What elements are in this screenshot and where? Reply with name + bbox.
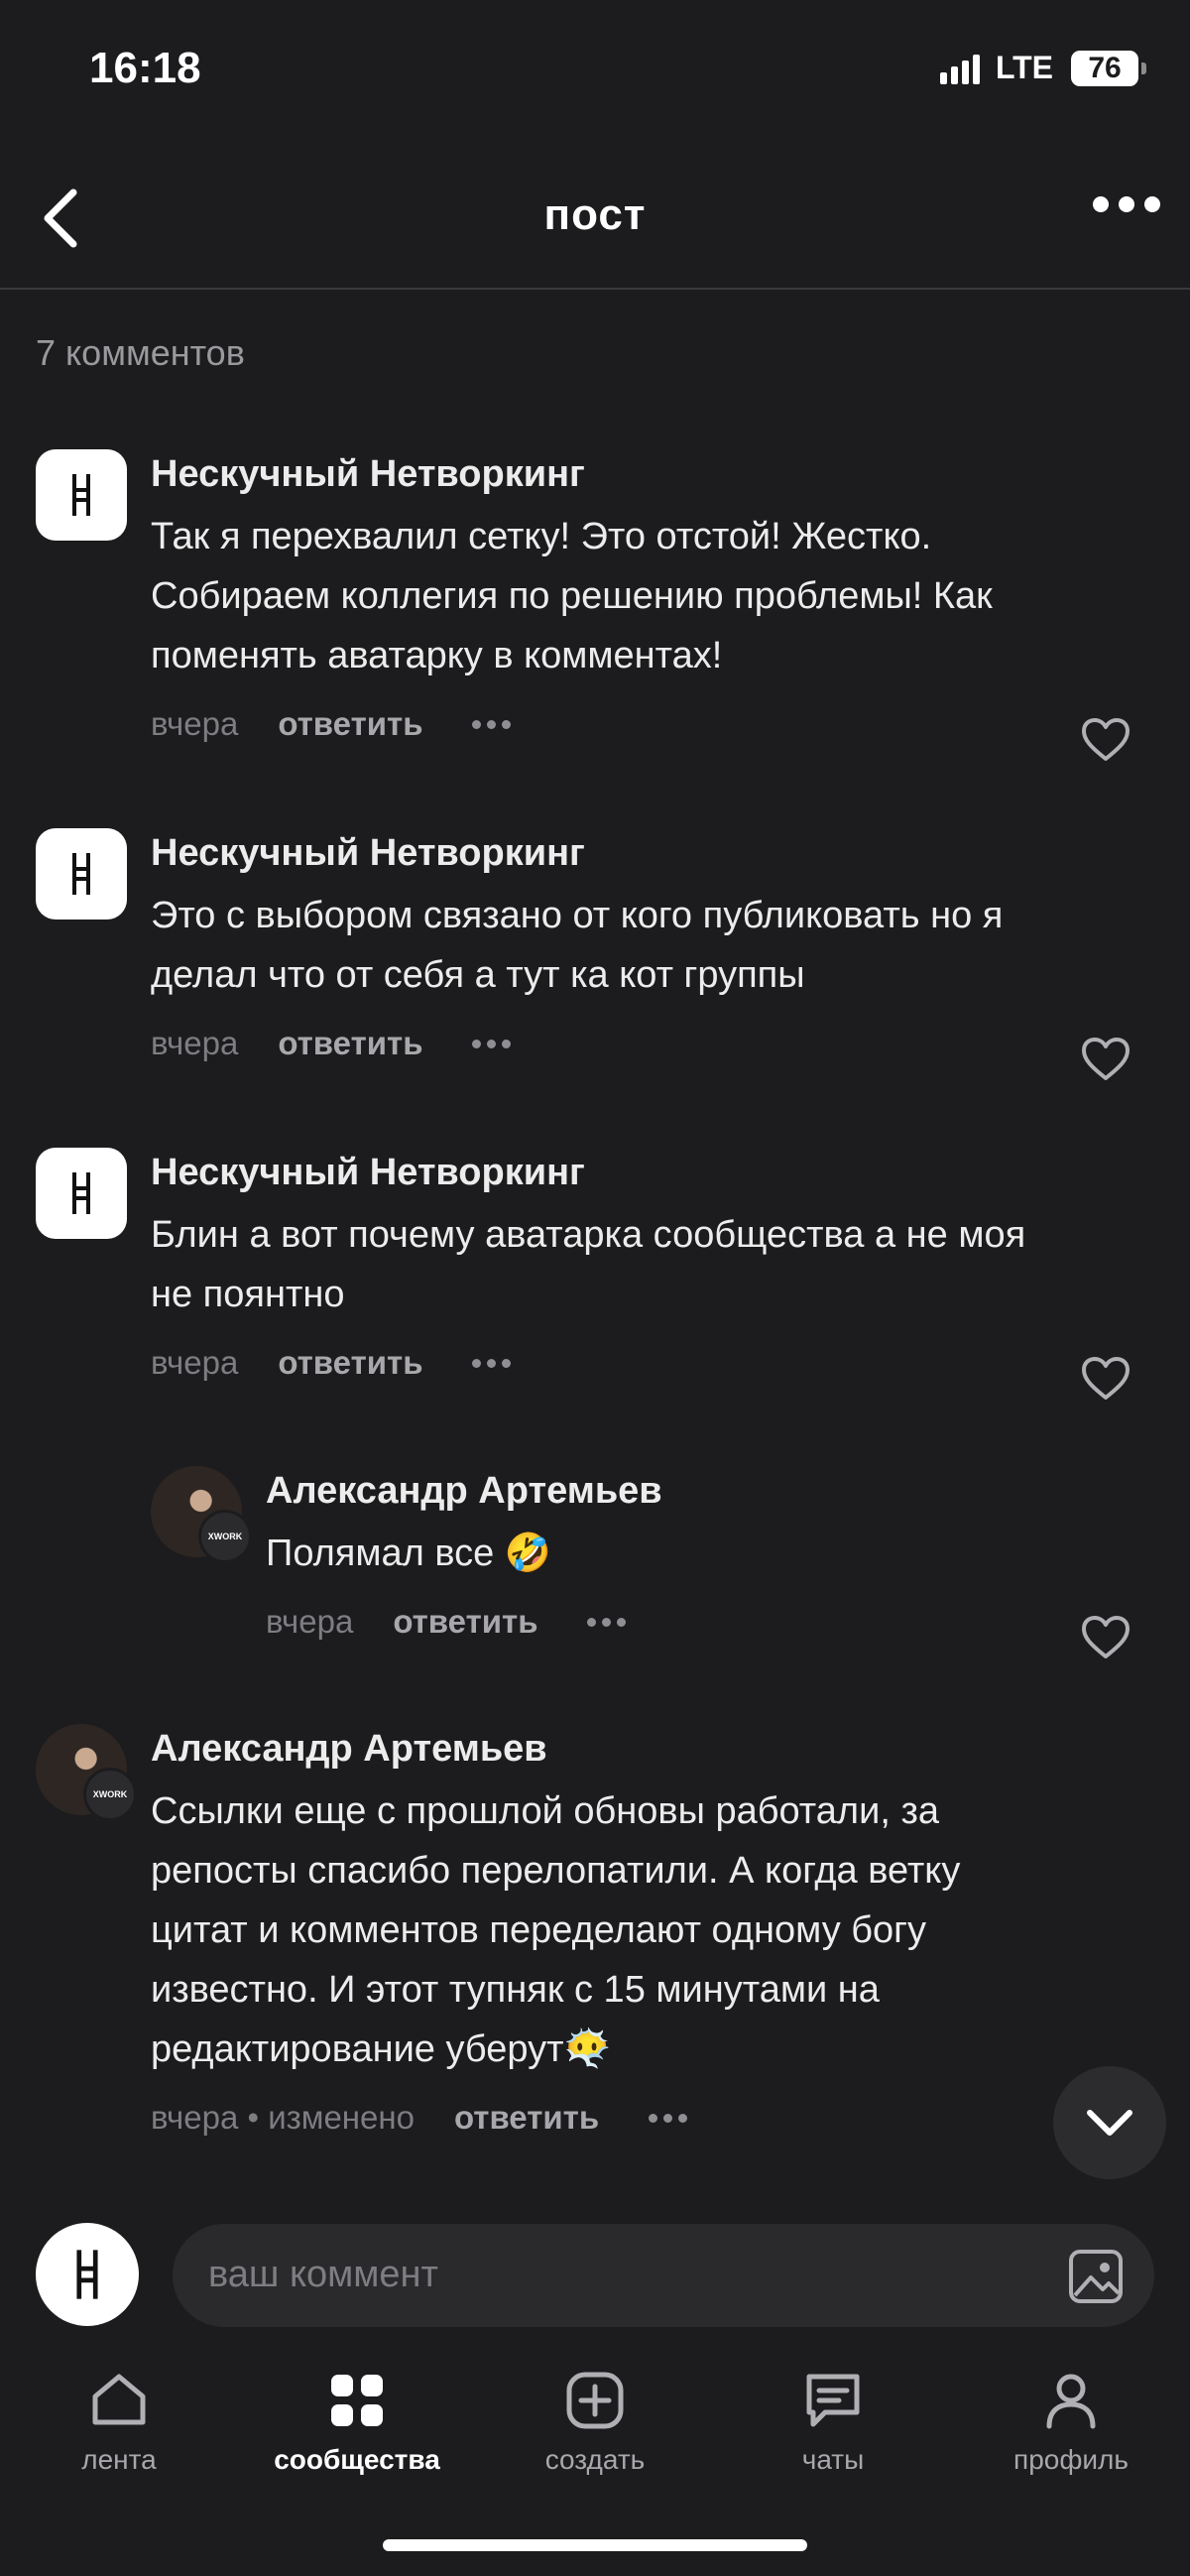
more-options-icon[interactable] [1093, 196, 1160, 212]
battery-icon: 76 [1071, 50, 1146, 86]
community-avatar[interactable] [36, 449, 127, 541]
network-type: LTE [995, 50, 1053, 85]
community-logo-icon [76, 2250, 98, 2299]
comment-input-placeholder: ваш коммент [208, 2254, 438, 2295]
like-heart-icon[interactable] [1081, 1615, 1130, 1660]
comment-meta: вчера ответить [151, 1025, 1130, 1062]
page-title: пост [543, 190, 647, 239]
comment-composer: ваш коммент [0, 2210, 1190, 2349]
home-indicator[interactable] [383, 2539, 807, 2551]
avatar-badge: XWORK [198, 1510, 252, 1563]
community-logo-icon [72, 474, 90, 516]
user-icon [1046, 2374, 1096, 2429]
user-avatar[interactable]: XWORK [151, 1466, 252, 1563]
comment-time: вчера [151, 1025, 239, 1061]
comment-text: Полямал все 🤣 [266, 1533, 552, 1574]
reply-button[interactable]: ответить [278, 705, 422, 743]
comment-item: XWORK Александр Артемьев Ссылки еще с пр… [36, 1724, 1130, 2160]
reply-button[interactable]: ответить [278, 1025, 422, 1062]
comment-meta: вчера • изменено ответить [151, 2099, 1130, 2137]
comment-author[interactable]: Александр Артемьев [151, 1724, 1130, 1774]
community-avatar[interactable] [36, 828, 127, 920]
comment-text: Ссылки еще с прошлой обновы работали, за… [151, 1790, 961, 2070]
community-logo-icon [72, 853, 90, 895]
comment-more-icon[interactable] [472, 1039, 512, 1048]
comment-author[interactable]: Александр Артемьев [266, 1466, 1130, 1516]
comment-time: вчера [151, 1344, 239, 1381]
comment-time: вчера • изменено [151, 2099, 415, 2136]
tab-feed[interactable]: лента [0, 2351, 238, 2476]
chevron-down-icon [1087, 2110, 1132, 2136]
signal-icon [939, 53, 980, 84]
comments-count: 7 комментов [36, 332, 245, 373]
tab-label: чаты [801, 2444, 865, 2475]
comment-more-icon[interactable] [472, 719, 512, 729]
like-heart-icon[interactable] [1081, 717, 1130, 763]
comment-text: Это с выбором связано от кого публиковат… [151, 895, 1004, 996]
plus-square-icon [566, 2372, 624, 2429]
reply-button[interactable]: ответить [454, 2099, 599, 2137]
like-heart-icon[interactable] [1081, 1037, 1130, 1082]
comment-author[interactable]: Нескучный Нетворкинг [151, 828, 1130, 878]
current-identity-avatar[interactable] [36, 2223, 139, 2326]
chat-icon [806, 2374, 860, 2427]
comment-author[interactable]: Нескучный Нетворкинг [151, 1148, 1130, 1197]
tab-profile[interactable]: профиль [952, 2351, 1190, 2476]
home-icon [92, 2374, 146, 2425]
comment-meta: вчера ответить [266, 1603, 1130, 1641]
comment-more-icon[interactable] [472, 1358, 512, 1368]
comment-input[interactable]: ваш коммент [173, 2224, 1154, 2327]
tab-chats[interactable]: чаты [714, 2351, 952, 2476]
top-navigation-bar: пост [0, 149, 1190, 290]
tab-label: сообщества [274, 2444, 440, 2475]
comment-item: Нескучный Нетворкинг Так я перехвалил се… [36, 449, 1130, 787]
comment-item: Нескучный Нетворкинг Это с выбором связа… [36, 828, 1130, 1106]
reply-comment-item: XWORK Александр Артемьев Полямал все 🤣 в… [151, 1466, 1130, 1684]
tab-communities[interactable]: сообщества [238, 2351, 476, 2476]
user-avatar[interactable]: XWORK [36, 1724, 137, 1821]
scroll-down-button[interactable] [1053, 2066, 1166, 2179]
community-logo-icon [72, 1172, 90, 1214]
tab-label: лента [81, 2444, 157, 2475]
grid-icon [331, 2375, 383, 2426]
reply-button[interactable]: ответить [278, 1344, 422, 1382]
comment-author[interactable]: Нескучный Нетворкинг [151, 449, 1130, 499]
comment-more-icon[interactable] [587, 1617, 627, 1627]
comment-time: вчера [151, 705, 239, 742]
comment-meta: вчера ответить [151, 1344, 1130, 1382]
status-bar: 16:18 LTE 76 [0, 0, 1190, 139]
tab-label: профиль [1013, 2444, 1129, 2475]
tab-create[interactable]: создать [476, 2351, 714, 2476]
comment-more-icon[interactable] [649, 2113, 688, 2123]
status-time: 16:18 [89, 44, 201, 92]
like-heart-icon[interactable] [1081, 1356, 1130, 1402]
avatar-badge: XWORK [83, 1768, 137, 1821]
comment-text: Так я перехвалил сетку! Это отстой! Жест… [151, 516, 993, 676]
tab-label: создать [544, 2444, 646, 2475]
reply-button[interactable]: ответить [393, 1603, 537, 1641]
comment-meta: вчера ответить [151, 705, 1130, 743]
comment-item: Нескучный Нетворкинг Блин а вот почему а… [36, 1148, 1130, 1425]
community-avatar[interactable] [36, 1148, 127, 1239]
comment-text: Блин а вот почему аватарка сообщества а … [151, 1214, 1026, 1315]
comment-time: вчера [266, 1603, 354, 1640]
image-attach-icon[interactable] [1067, 2248, 1125, 2305]
status-indicators: LTE 76 [939, 50, 1146, 86]
